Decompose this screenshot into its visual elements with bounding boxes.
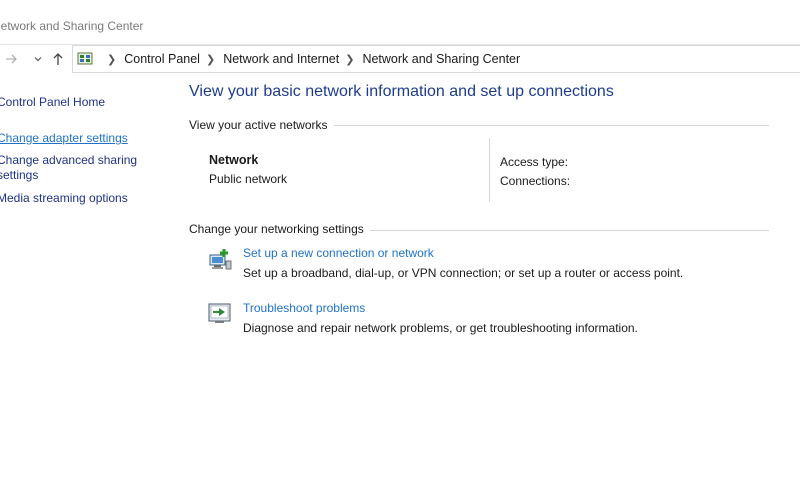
sidebar-item-change-adapter-settings[interactable]: Change adapter settings xyxy=(0,131,128,146)
control-panel-icon xyxy=(77,51,93,67)
task-troubleshoot: Troubleshoot problems Diagnose and repai… xyxy=(207,301,767,341)
forward-button[interactable] xyxy=(2,50,20,68)
window-titlebar: Network and Sharing Center xyxy=(0,0,800,44)
network-name: Network xyxy=(209,153,259,167)
network-type: Public network xyxy=(209,172,288,186)
vertical-divider xyxy=(489,138,490,202)
up-arrow-icon xyxy=(53,53,63,65)
page-title: View your basic network information and … xyxy=(189,83,614,100)
network-properties: Access type: Connections: xyxy=(500,153,570,191)
address-bar[interactable]: ❯ Control Panel ❯ Network and Internet ❯… xyxy=(72,45,800,73)
main-content: View your basic network information and … xyxy=(189,73,800,481)
setup-connection-link[interactable]: Set up a new connection or network xyxy=(243,246,434,260)
access-type-label: Access type: xyxy=(500,155,569,169)
navigation-bar: ❯ Control Panel ❯ Network and Internet ❯… xyxy=(0,44,800,73)
troubleshoot-description: Diagnose and repair network problems, or… xyxy=(243,321,638,335)
breadcrumb-separator[interactable]: ❯ xyxy=(206,53,215,66)
task-new-connection: Set up a new connection or network Set u… xyxy=(207,246,767,286)
breadcrumb-control-panel[interactable]: Control Panel xyxy=(124,52,200,66)
recent-locations-button[interactable] xyxy=(29,50,47,68)
sidebar-item-control-panel-home[interactable]: Control Panel Home xyxy=(0,95,105,110)
breadcrumb-separator[interactable]: ❯ xyxy=(345,53,354,66)
breadcrumb-separator[interactable]: ❯ xyxy=(107,53,116,66)
breadcrumb-network-and-internet[interactable]: Network and Internet xyxy=(223,52,339,66)
sidebar-item-media-streaming-options[interactable]: Media streaming options xyxy=(0,191,128,206)
sidebar: Control Panel Home Change adapter settin… xyxy=(0,73,180,481)
sidebar-item-change-advanced-sharing-settings[interactable]: Change advanced sharing settings xyxy=(0,153,147,183)
up-button[interactable] xyxy=(49,50,67,68)
troubleshoot-icon[interactable] xyxy=(207,301,233,327)
forward-arrow-icon xyxy=(6,54,17,64)
troubleshoot-link[interactable]: Troubleshoot problems xyxy=(243,301,365,315)
network-setup-icon[interactable] xyxy=(207,246,233,272)
window-title: Network and Sharing Center xyxy=(0,19,144,33)
connections-label: Connections: xyxy=(500,174,571,188)
setup-connection-description: Set up a broadband, dial-up, or VPN conn… xyxy=(243,266,684,280)
active-networks-label: View your active networks xyxy=(189,118,334,132)
change-settings-label: Change your networking settings xyxy=(189,222,370,236)
active-network: Network Public network xyxy=(209,153,287,186)
chevron-down-icon xyxy=(34,57,42,62)
breadcrumb-network-and-sharing-center[interactable]: Network and Sharing Center xyxy=(362,52,520,66)
